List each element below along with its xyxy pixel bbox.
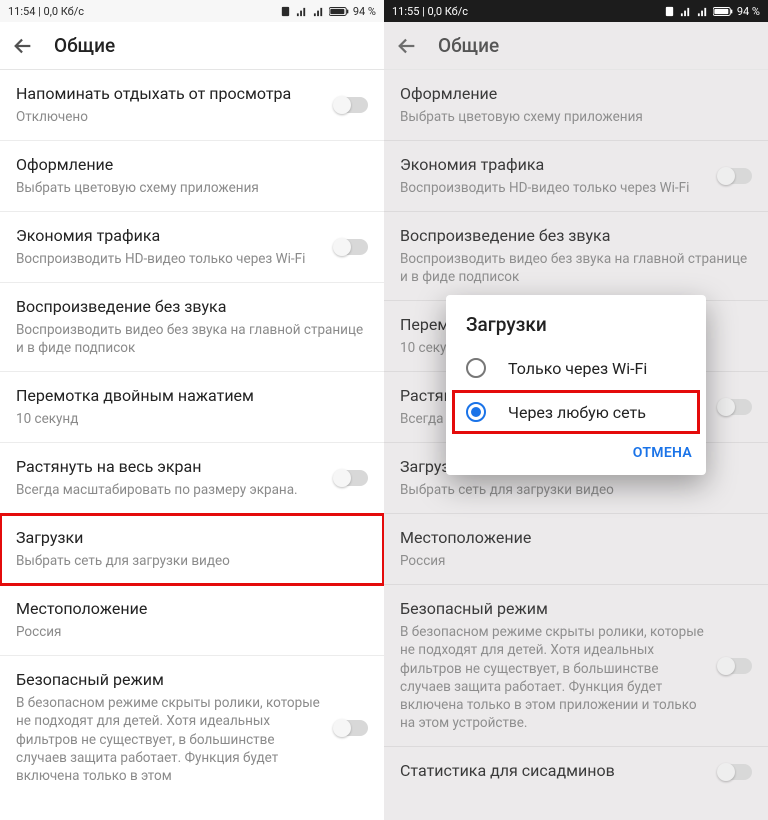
status-time: 11:54 | 0,0 Кб/с <box>8 5 84 18</box>
item-title: Загрузки <box>16 528 368 549</box>
item-downloads[interactable]: Загрузки Выбрать сеть для загрузки видео <box>0 514 384 585</box>
item-title: Перемотка двойным нажатием <box>400 315 752 336</box>
battery-text: 94 % <box>353 5 376 18</box>
page-title: Общие <box>54 34 115 57</box>
item-title: Экономия трафика <box>400 155 706 176</box>
item-location[interactable]: Местоположение Россия <box>384 514 768 585</box>
item-title: Оформление <box>400 84 752 105</box>
item-zoom-fill[interactable]: Растянуть на весь экран Всегда масштабир… <box>384 372 768 443</box>
item-theme[interactable]: Оформление Выбрать цветовую схему прилож… <box>384 70 768 141</box>
item-muted-playback[interactable]: Воспроизведение без звука Воспроизводить… <box>0 283 384 372</box>
item-restricted-mode[interactable]: Безопасный режим В безопасном режиме скр… <box>384 585 768 747</box>
item-theme[interactable]: Оформление Выбрать цветовую схему прилож… <box>0 141 384 212</box>
item-subtitle: Выбрать цветовую схему приложения <box>400 108 752 126</box>
status-time: 11:55 | 0,0 Кб/с <box>392 5 468 18</box>
item-title: Местоположение <box>16 599 368 620</box>
signal-icon <box>679 6 692 17</box>
item-subtitle: Воспроизводить видео без звука на главно… <box>16 321 368 357</box>
item-subtitle: Россия <box>400 552 752 570</box>
item-subtitle: Россия <box>16 623 368 641</box>
signal-icon <box>696 6 709 17</box>
item-subtitle: Отключено <box>16 108 322 126</box>
item-downloads[interactable]: Загрузки Выбрать сеть для загрузки видео <box>384 443 768 514</box>
app-bar: Общие <box>384 22 768 70</box>
item-subtitle: Воспроизводить HD-видео только через Wi-… <box>400 179 706 197</box>
phone-left: 11:54 | 0,0 Кб/с 94 % Общие Напоминать о… <box>0 0 384 820</box>
status-right: 94 % <box>664 5 760 18</box>
toggle-switch[interactable] <box>718 399 752 415</box>
toggle-switch[interactable] <box>334 239 368 255</box>
item-location[interactable]: Местоположение Россия <box>0 585 384 656</box>
status-bar: 11:54 | 0,0 Кб/с 94 % <box>0 0 384 22</box>
item-title: Воспроизведение без звука <box>16 297 368 318</box>
sim-icon <box>280 6 291 17</box>
status-bar: 11:55 | 0,0 Кб/с 94 % <box>384 0 768 22</box>
item-title: Воспроизведение без звука <box>400 226 752 247</box>
item-title: Безопасный режим <box>400 599 706 620</box>
item-remind-break[interactable]: Напоминать отдыхать от просмотра Отключе… <box>0 70 384 141</box>
item-title: Напоминать отдыхать от просмотра <box>16 84 322 105</box>
toggle-switch[interactable] <box>718 658 752 674</box>
phone-right: 11:55 | 0,0 Кб/с 94 % Общие Оформление В… <box>384 0 768 820</box>
signal-icon <box>295 6 308 17</box>
settings-list: Напоминать отдыхать от просмотра Отключе… <box>0 70 384 799</box>
item-subtitle: Воспроизводить HD-видео только через Wi-… <box>16 250 322 268</box>
back-icon[interactable] <box>12 35 34 57</box>
settings-list: Оформление Выбрать цветовую схему прилож… <box>384 70 768 796</box>
battery-icon <box>713 6 733 17</box>
item-data-saving[interactable]: Экономия трафика Воспроизводить HD-видео… <box>0 212 384 283</box>
toggle-switch[interactable] <box>718 764 752 780</box>
item-double-tap-seek[interactable]: Перемотка двойным нажатием 10 секунд <box>0 372 384 443</box>
signal-icon <box>312 6 325 17</box>
item-zoom-fill[interactable]: Растянуть на весь экран Всегда масштабир… <box>0 443 384 514</box>
toggle-switch[interactable] <box>718 168 752 184</box>
app-bar: Общие <box>0 22 384 70</box>
battery-text: 94 % <box>737 5 760 18</box>
item-title: Экономия трафика <box>16 226 322 247</box>
item-subtitle: 10 секунд <box>400 339 752 357</box>
status-right: 94 % <box>280 5 376 18</box>
item-subtitle: Выбрать сеть для загрузки видео <box>400 481 752 499</box>
toggle-switch[interactable] <box>334 470 368 486</box>
page-title: Общие <box>438 34 499 57</box>
item-subtitle: Выбрать сеть для загрузки видео <box>16 552 368 570</box>
item-title: Загрузки <box>400 457 752 478</box>
item-muted-playback[interactable]: Воспроизведение без звука Воспроизводить… <box>384 212 768 301</box>
sim-icon <box>664 6 675 17</box>
item-title: Оформление <box>16 155 368 176</box>
toggle-switch[interactable] <box>334 97 368 113</box>
item-restricted-mode[interactable]: Безопасный режим В безопасном режиме скр… <box>0 656 384 799</box>
battery-icon <box>329 6 349 17</box>
item-subtitle: Выбрать цветовую схему приложения <box>16 179 368 197</box>
item-subtitle: Всегда масштабировать по размеру экрана. <box>400 410 706 428</box>
item-title: Безопасный режим <box>16 670 322 691</box>
item-subtitle: В безопасном режиме скрыты ролики, котор… <box>16 694 322 785</box>
item-subtitle: Воспроизводить видео без звука на главно… <box>400 250 752 286</box>
item-title: Растянуть на весь экран <box>16 457 322 478</box>
item-stats-nerds[interactable]: Статистика для сисадминов <box>384 747 768 796</box>
back-icon[interactable] <box>396 35 418 57</box>
item-data-saving[interactable]: Экономия трафика Воспроизводить HD-видео… <box>384 141 768 212</box>
item-title: Растянуть на весь экран <box>400 386 706 407</box>
item-subtitle: Всегда масштабировать по размеру экрана. <box>16 481 322 499</box>
item-subtitle: В безопасном режиме скрыты ролики, котор… <box>400 623 706 732</box>
toggle-switch[interactable] <box>334 720 368 736</box>
item-title: Статистика для сисадминов <box>400 761 706 782</box>
item-title: Перемотка двойным нажатием <box>16 386 368 407</box>
item-double-tap-seek[interactable]: Перемотка двойным нажатием 10 секунд <box>384 301 768 372</box>
item-subtitle: 10 секунд <box>16 410 368 428</box>
item-title: Местоположение <box>400 528 752 549</box>
